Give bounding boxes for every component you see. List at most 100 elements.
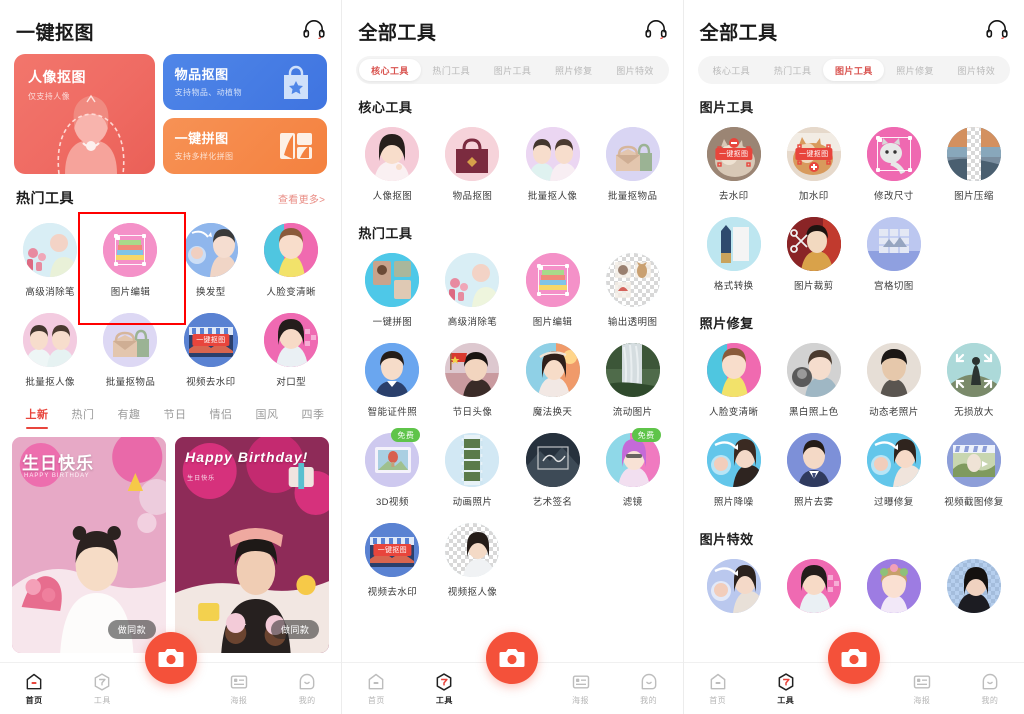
tool-item-crop[interactable]: 图片裁剪 <box>774 210 854 300</box>
view-more-link[interactable]: 查看更多> <box>278 191 325 206</box>
tab-core-tools[interactable]: 核心工具 <box>701 59 762 81</box>
tool-item-colorize[interactable]: 黑白照上色 <box>774 336 854 426</box>
camera-button[interactable] <box>144 632 197 684</box>
image-tools-grid: 一键抠图 去水印 一键抠图 加水印 修改尺寸 图片压缩 格式转换 图片裁剪 宫格… <box>684 116 1024 300</box>
tool-label: 动态老照片 <box>869 407 919 418</box>
tool-item-animate-old-photo[interactable]: 动态老照片 <box>854 336 934 426</box>
tool-item-video-frame-repair[interactable]: 视频截图修复 <box>934 426 1014 516</box>
tool-item-lipsync[interactable]: 对口型 <box>251 306 331 396</box>
tool-item-effect-3[interactable] <box>854 552 934 628</box>
tool-item-image-edit-2[interactable]: 图片编辑 <box>512 246 592 336</box>
headset-icon[interactable] <box>986 19 1008 44</box>
nav-label: 海报 <box>572 695 590 705</box>
nav-item-home[interactable]: 首页 <box>0 672 68 706</box>
nav-item-profile[interactable]: 我的 <box>956 672 1024 706</box>
tab-image-tools[interactable]: 图片工具 <box>482 59 543 81</box>
tool-item-batch-portrait-cutout[interactable]: 批量抠人像 <box>512 120 592 210</box>
tool-item-add-watermark[interactable]: 一键抠图 加水印 <box>774 120 854 210</box>
tool-item-effect-1[interactable] <box>694 552 774 628</box>
use-template-button[interactable]: 做同款 <box>107 620 157 639</box>
tool-label: 去水印 <box>718 191 749 202</box>
tool-item-video-watermark-2[interactable]: 一键抠图 视频去水印 <box>352 516 432 606</box>
tool-item-grid-split[interactable]: 宫格切图 <box>854 210 934 300</box>
tool-icon <box>866 559 921 613</box>
nav-item-poster[interactable]: 海报 <box>547 672 615 706</box>
headset-icon[interactable] <box>645 19 667 44</box>
tool-item-face-enhance[interactable]: 人脸变清晰 <box>251 216 331 306</box>
nav-item-profile[interactable]: 我的 <box>615 672 683 706</box>
nav-item-home[interactable]: 首页 <box>684 672 752 706</box>
tab-hot-tools[interactable]: 热门工具 <box>421 59 482 81</box>
nav-item-poster[interactable]: 海报 <box>888 672 956 706</box>
tool-item-flowing-image[interactable]: 流动图片 <box>593 336 673 426</box>
tool-item-denoise[interactable]: 照片降噪 <box>694 426 774 516</box>
template-card-birthday-2[interactable]: Happy Birthday! 生日快乐 做同款 <box>175 437 330 653</box>
tab-hot-tools[interactable]: 热门工具 <box>762 59 823 81</box>
category-tab-1[interactable]: 热门 <box>60 406 106 429</box>
tool-item-batch-object[interactable]: 批量抠物品 <box>90 306 170 396</box>
camera-button[interactable] <box>486 632 539 684</box>
use-template-button[interactable]: 做同款 <box>270 620 320 639</box>
category-tab-4[interactable]: 情侣 <box>198 406 244 429</box>
tool-item-advanced-eraser[interactable]: 高级消除笔 <box>10 216 90 306</box>
tool-item-format-convert[interactable]: 格式转换 <box>694 210 774 300</box>
category-tab-6[interactable]: 四季 <box>290 406 336 429</box>
category-tab-5[interactable]: 国风 <box>244 406 290 429</box>
nav-item-tools[interactable]: 工具 <box>410 672 478 706</box>
nav-item-home[interactable]: 首页 <box>342 672 410 706</box>
tool-icon <box>866 127 921 181</box>
tool-item-dehaze[interactable]: 照片去雾 <box>774 426 854 516</box>
tool-item-video-portrait-cutout[interactable]: 视频抠人像 <box>432 516 512 606</box>
banner-collage[interactable]: 一键拼图 支持多样化拼图 <box>162 118 328 174</box>
tool-item-animated-photo[interactable]: 动画照片 <box>432 426 512 516</box>
tab-core-tools[interactable]: 核心工具 <box>359 59 421 81</box>
banner-object-cutout[interactable]: 物品抠图 支持物品、动植物 <box>162 54 328 110</box>
tab-photo-repair[interactable]: 照片修复 <box>884 59 945 81</box>
tool-item-id-photo[interactable]: 智能证件照 <box>352 336 432 426</box>
tool-item-image-edit[interactable]: 图片编辑 <box>90 216 170 306</box>
tool-item-resize[interactable]: 修改尺寸 <box>854 120 934 210</box>
template-card-birthday-1[interactable]: 生日快乐 HAPPY BIRTHDAY 做同款 <box>12 437 167 653</box>
tool-item-magic-sky[interactable]: 魔法换天 <box>512 336 592 426</box>
tool-item-one-tap-collage[interactable]: 一键拼图 <box>352 246 432 336</box>
tool-item-art-signature[interactable]: 艺术签名 <box>512 426 592 516</box>
tab-photo-repair[interactable]: 照片修复 <box>543 59 604 81</box>
tool-item-upscale[interactable]: 无损放大 <box>934 336 1014 426</box>
group-title-image-effects: 图片特效 <box>699 532 754 547</box>
tool-item-compress[interactable]: 图片压缩 <box>934 120 1014 210</box>
tool-item-video-watermark[interactable]: 一键抠图 视频去水印 <box>171 306 251 396</box>
banner-portrait-cutout[interactable]: 人像抠图 仅支持人像 <box>14 54 155 174</box>
tool-item-face-enhance-2[interactable]: 人脸变清晰 <box>694 336 774 426</box>
tool-item-hairstyle[interactable]: 换发型 <box>171 216 251 306</box>
headset-icon[interactable] <box>303 19 325 44</box>
nav-item-poster[interactable]: 海报 <box>205 672 273 706</box>
tools-hex-icon <box>95 672 110 691</box>
tab-image-effects[interactable]: 图片特效 <box>946 59 1007 81</box>
camera-button[interactable] <box>827 632 880 684</box>
tool-item-advanced-eraser-2[interactable]: 高级消除笔 <box>432 246 512 336</box>
tool-label: 智能证件照 <box>367 407 418 418</box>
tool-item-portrait-cutout[interactable]: 人像抠图 <box>352 120 432 210</box>
tool-item-filter[interactable]: 免费 滤镜 <box>593 426 673 516</box>
category-tab-2[interactable]: 有趣 <box>106 406 152 429</box>
tool-item-remove-watermark[interactable]: 一键抠图 去水印 <box>694 120 774 210</box>
tool-item-3d-video[interactable]: 免费 3D视频 <box>352 426 432 516</box>
tool-item-batch-portrait[interactable]: 批量抠人像 <box>10 306 90 396</box>
tool-item-festival-avatar[interactable]: 节日头像 <box>432 336 512 426</box>
tool-item-transparent-output[interactable]: 输出透明图 <box>593 246 673 336</box>
tool-item-effect-2[interactable] <box>774 552 854 628</box>
nav-item-tools[interactable]: 工具 <box>752 672 820 706</box>
section-title: 热门工具 <box>16 190 74 206</box>
nav-item-tools[interactable]: 工具 <box>68 672 136 706</box>
tab-image-effects[interactable]: 图片特效 <box>604 59 665 81</box>
template-subtitle: 生日快乐 <box>187 476 216 482</box>
nav-item-profile[interactable]: 我的 <box>273 672 341 706</box>
category-tab-3[interactable]: 节日 <box>152 406 198 429</box>
hot-tools-header: 热门工具 查看更多> <box>0 174 341 212</box>
tool-item-overexposure-fix[interactable]: 过曝修复 <box>854 426 934 516</box>
tab-image-tools[interactable]: 图片工具 <box>823 59 885 81</box>
tool-item-object-cutout[interactable]: 物品抠图 <box>432 120 512 210</box>
tool-item-batch-object-cutout[interactable]: 批量抠物品 <box>593 120 673 210</box>
tool-item-effect-4[interactable] <box>934 552 1014 628</box>
category-tab-0[interactable]: 上新 <box>14 406 60 429</box>
